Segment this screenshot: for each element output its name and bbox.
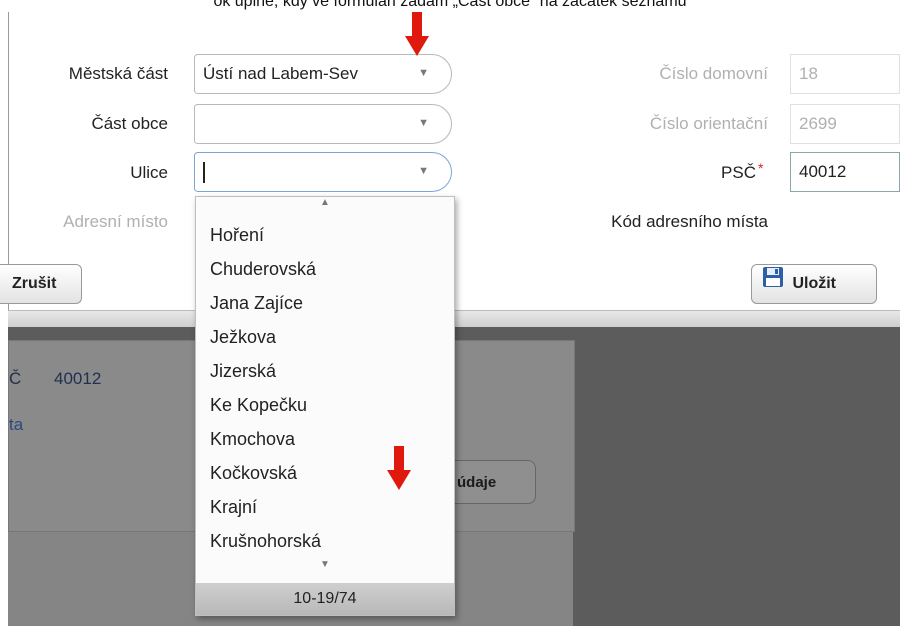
cislo-domovni-field[interactable]: 18 (790, 54, 900, 94)
list-item[interactable]: Hoření (210, 225, 264, 246)
label-ulice: Ulice (130, 163, 168, 182)
list-item[interactable]: Jana Zajíce (210, 293, 303, 314)
annotation-arrow-icon (405, 12, 429, 58)
chevron-down-icon[interactable]: ▼ (418, 67, 429, 79)
list-item[interactable]: Kmochova (210, 429, 295, 450)
list-item[interactable]: Krušnohorská (210, 531, 321, 552)
scroll-down-icon[interactable]: ▼ (196, 559, 454, 570)
list-item[interactable]: Krajní (210, 497, 257, 518)
dropdown-pager: 10-19/74 (196, 583, 454, 615)
scroll-up-icon[interactable]: ▲ (196, 197, 454, 208)
cast-obce-combo[interactable]: ▼ (194, 104, 452, 144)
label-kod-adresniho-mista: Kód adresního místa (611, 212, 768, 231)
mestska-cast-combo[interactable]: Ústí nad Labem-Sev ▼ (194, 54, 452, 94)
annotation-arrow-icon (387, 446, 411, 492)
ulice-dropdown-list: ▲ Hoření Chuderovská Jana Zajíce Ježkova… (195, 196, 455, 616)
list-item[interactable]: Ježkova (210, 327, 276, 348)
cancel-button-label: Zrušit (12, 275, 57, 292)
ulice-combo[interactable]: ▼ (194, 152, 452, 192)
label-cislo-orientacni: Číslo orientační (649, 114, 768, 133)
background-partial-label: ta (9, 415, 24, 434)
text-cursor (203, 162, 205, 183)
required-mark: * (758, 160, 764, 176)
label-mestska-cast: Městská část (68, 64, 168, 83)
list-item[interactable]: Jizerská (210, 361, 276, 382)
list-item[interactable]: Kočkovská (210, 463, 297, 484)
cancel-button[interactable]: Zrušit (0, 264, 82, 304)
chevron-down-icon[interactable]: ▼ (418, 165, 429, 177)
list-item[interactable]: Ke Kopečku (210, 395, 307, 416)
background-psc-value: 40012 (54, 369, 102, 388)
background-psc-label: Č (9, 369, 22, 388)
mestska-cast-value: Ústí nad Labem-Sev (203, 64, 358, 83)
label-cislo-domovni: Číslo domovní (659, 64, 768, 83)
list-item[interactable]: Chuderovská (210, 259, 316, 280)
chevron-down-icon[interactable]: ▼ (418, 117, 429, 129)
cislo-orientacni-field[interactable]: 2699 (790, 104, 900, 144)
floppy-disk-icon (762, 265, 784, 303)
save-button[interactable]: Uložit (751, 264, 877, 304)
label-cast-obce: Část obce (91, 114, 168, 133)
label-psc: PSČ (721, 163, 756, 182)
psc-field[interactable]: 40012 (790, 152, 900, 192)
label-adresni-misto: Adresní místo (63, 212, 168, 231)
save-button-label: Uložit (792, 275, 836, 293)
